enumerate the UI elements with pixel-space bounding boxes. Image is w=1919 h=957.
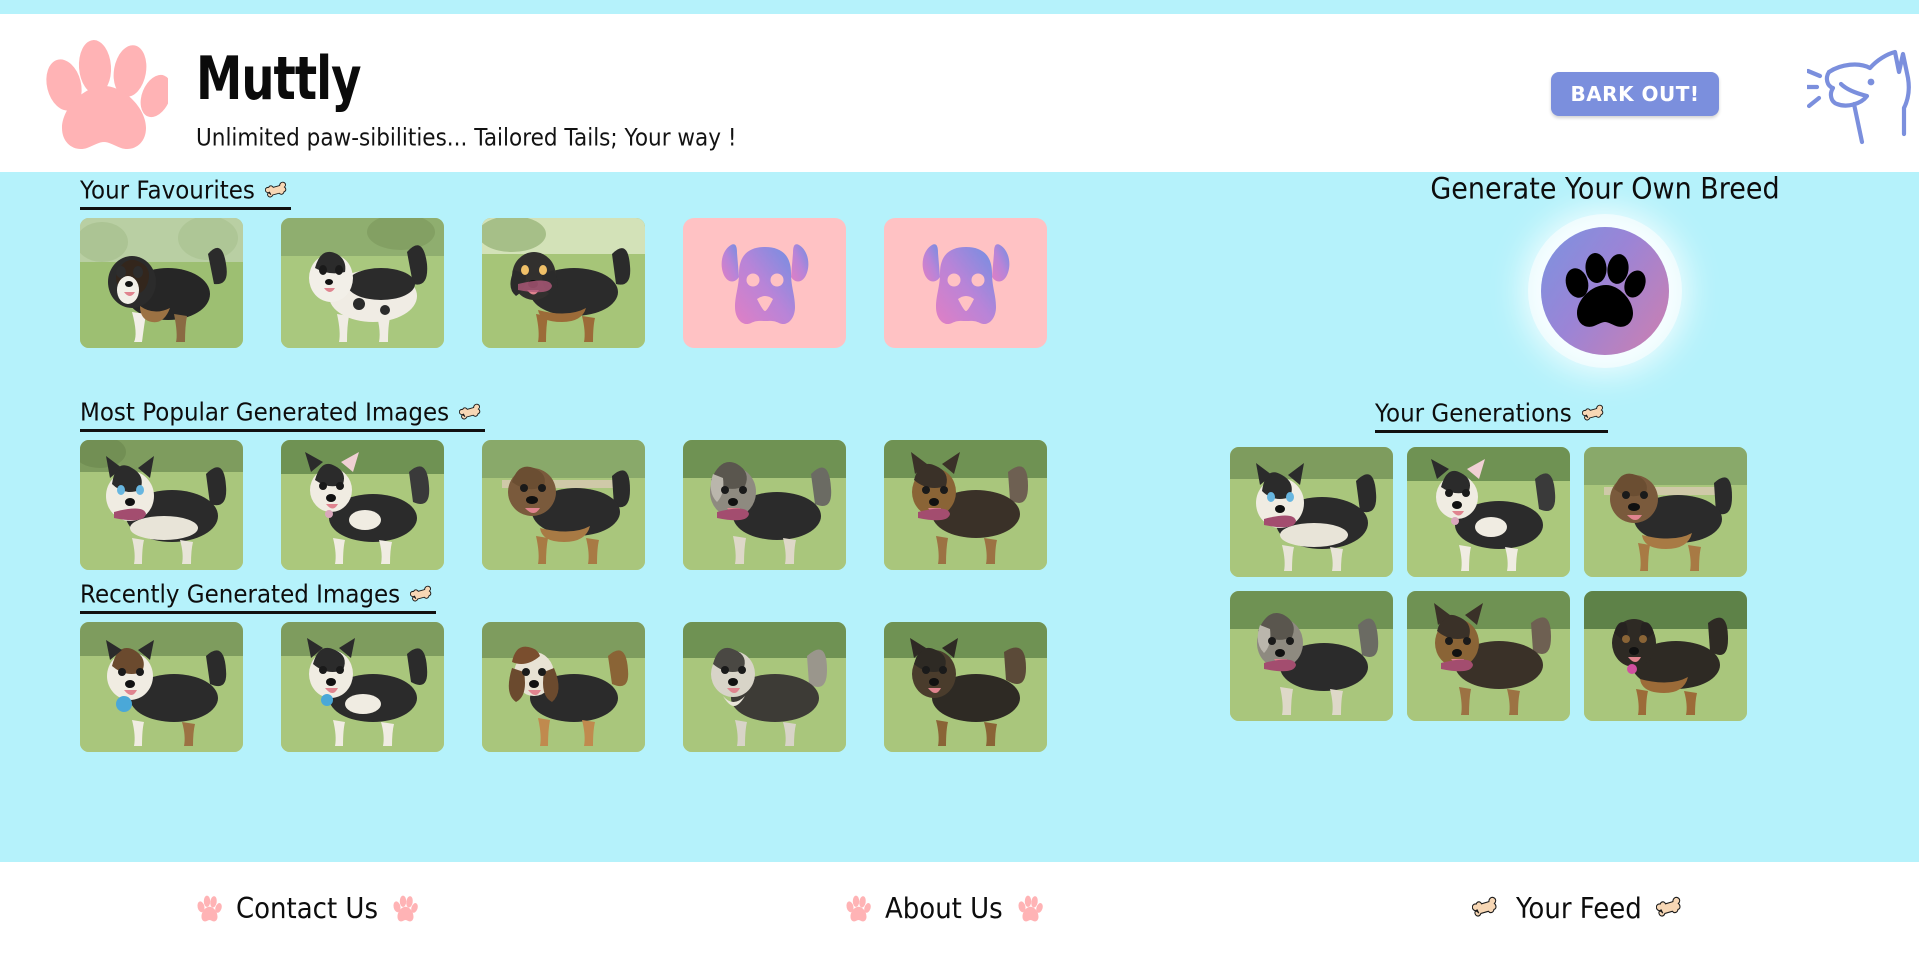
gallery-thumbnail[interactable] [884, 440, 1047, 570]
bone-icon [1581, 404, 1608, 424]
gallery-thumbnail[interactable] [683, 622, 846, 752]
footer-link-feed[interactable]: Your Feed [1471, 892, 1686, 926]
site-header: Muttly Unlimited paw-sibilities... Tailo… [0, 14, 1919, 172]
gallery-thumbnail[interactable] [482, 218, 645, 348]
generate-breed-button[interactable] [1541, 227, 1669, 355]
section-title: Recently Generated Images [80, 580, 401, 610]
section-title: Your Generations [1375, 399, 1572, 429]
gallery-thumbnail[interactable] [80, 218, 243, 348]
bone-icon [264, 181, 291, 201]
section-heading-your-generations: Your Generations [1375, 399, 1608, 433]
paw-print-icon [392, 895, 418, 924]
brand-block: Muttly Unlimited paw-sibilities... Tailo… [196, 44, 748, 153]
paw-print-icon [1561, 247, 1649, 335]
footer-link-about[interactable]: About Us [845, 893, 1043, 926]
paw-print-icon [1017, 895, 1043, 924]
footer-link-label: Your Feed [1516, 892, 1642, 926]
tagline: Unlimited paw-sibilities... Tailored Tai… [196, 125, 737, 153]
site-footer: Contact Us About Us Your Feed [0, 862, 1919, 957]
gallery-thumbnail[interactable] [80, 622, 243, 752]
section-heading-favourites: Your Favourites [80, 176, 291, 210]
page-title: Muttly [196, 44, 362, 114]
generation-thumbnail[interactable] [1230, 447, 1393, 577]
generation-thumbnail[interactable] [1407, 591, 1570, 721]
image-placeholder[interactable] [683, 218, 846, 348]
gallery-thumbnail[interactable] [482, 440, 645, 570]
most-popular-row [80, 440, 1047, 570]
gallery-thumbnail[interactable] [884, 622, 1047, 752]
footer-link-label: About Us [885, 892, 1003, 926]
generation-thumbnail[interactable] [1584, 447, 1747, 577]
section-title: Your Favourites [80, 176, 255, 206]
footer-link-label: Contact Us [236, 892, 378, 926]
footer-link-contact[interactable]: Contact Us [196, 893, 418, 926]
favourites-row [80, 218, 1047, 348]
bone-icon [1471, 896, 1502, 922]
generation-thumbnail[interactable] [1584, 591, 1747, 721]
section-heading-most-popular: Most Popular Generated Images [80, 398, 486, 432]
gallery-thumbnail[interactable] [80, 440, 243, 570]
generation-thumbnail[interactable] [1407, 447, 1570, 577]
main-content: Your Favourites Most Popular Generated I… [0, 172, 1919, 862]
bone-icon [459, 403, 485, 423]
gallery-thumbnail[interactable] [683, 440, 846, 570]
generator-title: Generate Your Own Breed [1430, 172, 1780, 207]
generation-thumbnail[interactable] [1230, 591, 1393, 721]
bone-icon [1655, 896, 1686, 922]
barking-dog-icon [1802, 38, 1919, 162]
your-generations-grid [1230, 447, 1850, 721]
bark-out-button[interactable]: BARK OUT! [1551, 72, 1719, 116]
image-placeholder[interactable] [884, 218, 1047, 348]
recently-generated-row [80, 622, 1047, 752]
paw-print-icon [38, 38, 172, 150]
paw-print-icon [196, 895, 222, 924]
generator-orb-wrap [1370, 227, 1840, 355]
section-heading-recently-generated: Recently Generated Images [80, 580, 437, 614]
generator-column: Generate Your Own Breed Your Generations [1230, 172, 1850, 721]
gallery-thumbnail[interactable] [281, 218, 444, 348]
bone-icon [410, 585, 436, 605]
section-title: Most Popular Generated Images [80, 398, 450, 428]
paw-print-icon [845, 895, 871, 924]
gallery-thumbnail[interactable] [482, 622, 645, 752]
gallery-thumbnail[interactable] [281, 440, 444, 570]
gallery-thumbnail[interactable] [281, 622, 444, 752]
